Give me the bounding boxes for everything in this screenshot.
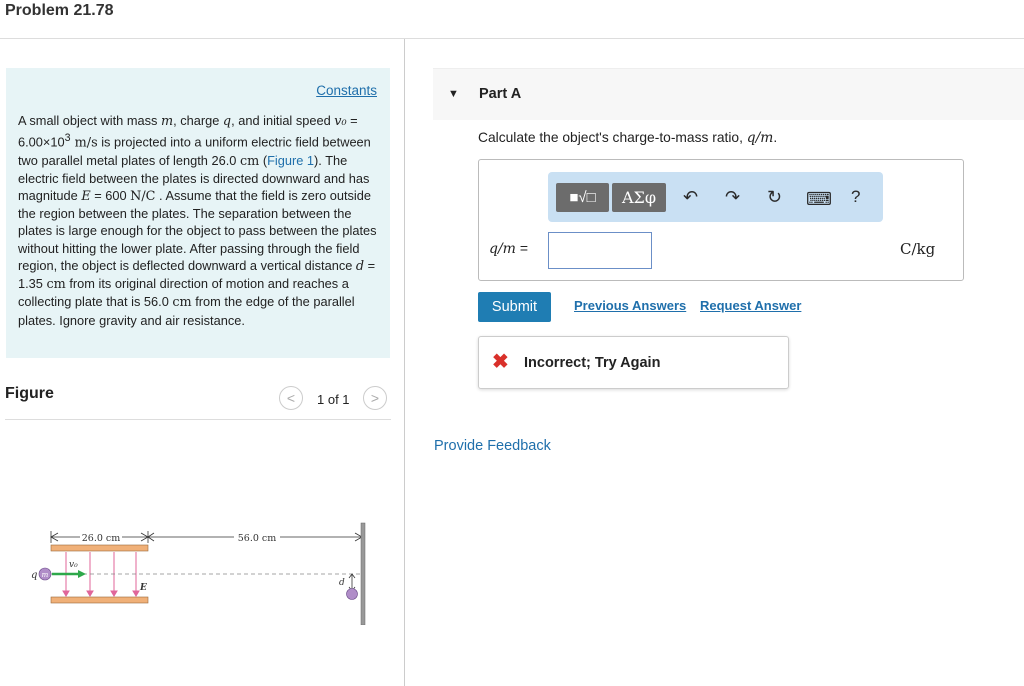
field-arrowhead — [86, 590, 94, 597]
speed-unit: m/s — [70, 135, 98, 151]
plate-length-label: 26.0 cm — [82, 533, 121, 544]
greek-symbols-button[interactable]: ΑΣφ — [612, 183, 666, 212]
field-arrowhead — [132, 590, 140, 597]
chevron-right-icon[interactable]: > — [363, 386, 387, 410]
reset-icon[interactable]: ↻ — [767, 185, 782, 209]
feedback-text: Incorrect; Try Again — [524, 355, 661, 371]
question-symbol: q/m — [746, 130, 774, 146]
keyboard-icon[interactable]: ⌨ — [806, 187, 832, 211]
problem-statement-panel: Constants A small object with mass m, ch… — [6, 68, 390, 358]
chevron-left-icon[interactable]: < — [279, 386, 303, 410]
deflection-label: d — [339, 578, 345, 588]
math-toolbar: ■√□ ΑΣφ ↶ ↷ ↻ ⌨ ? — [548, 172, 883, 222]
part-a-header[interactable]: ▼ Part A — [433, 68, 1024, 120]
previous-answers-link[interactable]: Previous Answers — [574, 298, 686, 313]
distance-label: 56.0 cm — [238, 533, 277, 544]
deflection-symbol: d — [355, 258, 365, 274]
top-plate — [50, 544, 149, 552]
velocity-label: v₀ — [69, 560, 78, 570]
column-divider — [404, 39, 405, 686]
page-title: Problem 21.78 — [5, 2, 114, 19]
caret-down-icon[interactable]: ▼ — [448, 88, 459, 100]
particle-mass-label: m — [42, 571, 49, 579]
length-unit: cm — [239, 153, 260, 169]
problem-text-part: A small object with mass — [18, 113, 161, 128]
deflection-unit: cm — [46, 277, 66, 293]
constants-link[interactable]: Constants — [316, 83, 377, 98]
figure-page-count: 1 of 1 — [317, 392, 350, 407]
distance-unit: cm — [172, 295, 192, 311]
particle-final — [346, 588, 358, 600]
question-text: Calculate the object's charge-to-mass ra… — [478, 130, 777, 146]
problem-text: A small object with mass m, charge q, an… — [18, 112, 382, 329]
undo-icon[interactable]: ↶ — [683, 185, 698, 209]
figure-diagram: 26.0 cm 56.0 cm m q v₀ E d — [31, 522, 366, 625]
particle-charge-label: q — [31, 570, 37, 581]
field-unit: N/C — [130, 189, 156, 205]
header-divider — [0, 38, 1024, 39]
mass-symbol: m — [160, 114, 174, 129]
answer-units: C/kg — [900, 240, 936, 258]
answer-label-equals: = — [515, 240, 529, 256]
answer-panel: ■√□ ΑΣφ ↶ ↷ ↻ ⌨ ? q/m = C/kg — [478, 159, 964, 281]
templates-icon[interactable]: ■√□ — [556, 183, 609, 212]
speed-symbol: v₀ — [334, 114, 347, 129]
feedback-message: ✖ Incorrect; Try Again — [478, 336, 789, 389]
answer-label: q/m = — [489, 240, 528, 257]
problem-text-part: , and initial speed — [231, 113, 335, 128]
field-arrowhead — [62, 590, 70, 597]
problem-text-part: , charge — [173, 113, 223, 128]
figure-label: Figure — [5, 385, 54, 402]
submit-button[interactable]: Submit — [478, 292, 551, 322]
provide-feedback-link[interactable]: Provide Feedback — [434, 438, 551, 454]
field-label: E — [139, 583, 147, 593]
help-icon[interactable]: ? — [851, 185, 860, 209]
field-arrowhead — [110, 590, 118, 597]
figure-link[interactable]: Figure 1 — [267, 153, 314, 168]
question-prefix: Calculate the object's charge-to-mass ra… — [478, 130, 747, 145]
field-value: = 600 — [90, 188, 131, 204]
incorrect-icon: ✖ — [492, 351, 509, 373]
problem-text-part: ( — [259, 152, 268, 168]
charge-symbol: q — [222, 114, 232, 129]
collecting-plate — [360, 522, 366, 625]
redo-icon[interactable]: ↷ — [725, 185, 740, 209]
answer-label-symbol: q/m — [489, 241, 516, 257]
velocity-arrowhead — [78, 570, 86, 578]
part-a-title: Part A — [479, 86, 522, 102]
field-symbol: E — [81, 189, 91, 205]
figure-divider — [5, 419, 391, 420]
answer-input[interactable] — [548, 232, 652, 269]
question-suffix: . — [773, 130, 778, 145]
request-answer-link[interactable]: Request Answer — [700, 298, 801, 313]
bottom-plate — [50, 596, 149, 604]
